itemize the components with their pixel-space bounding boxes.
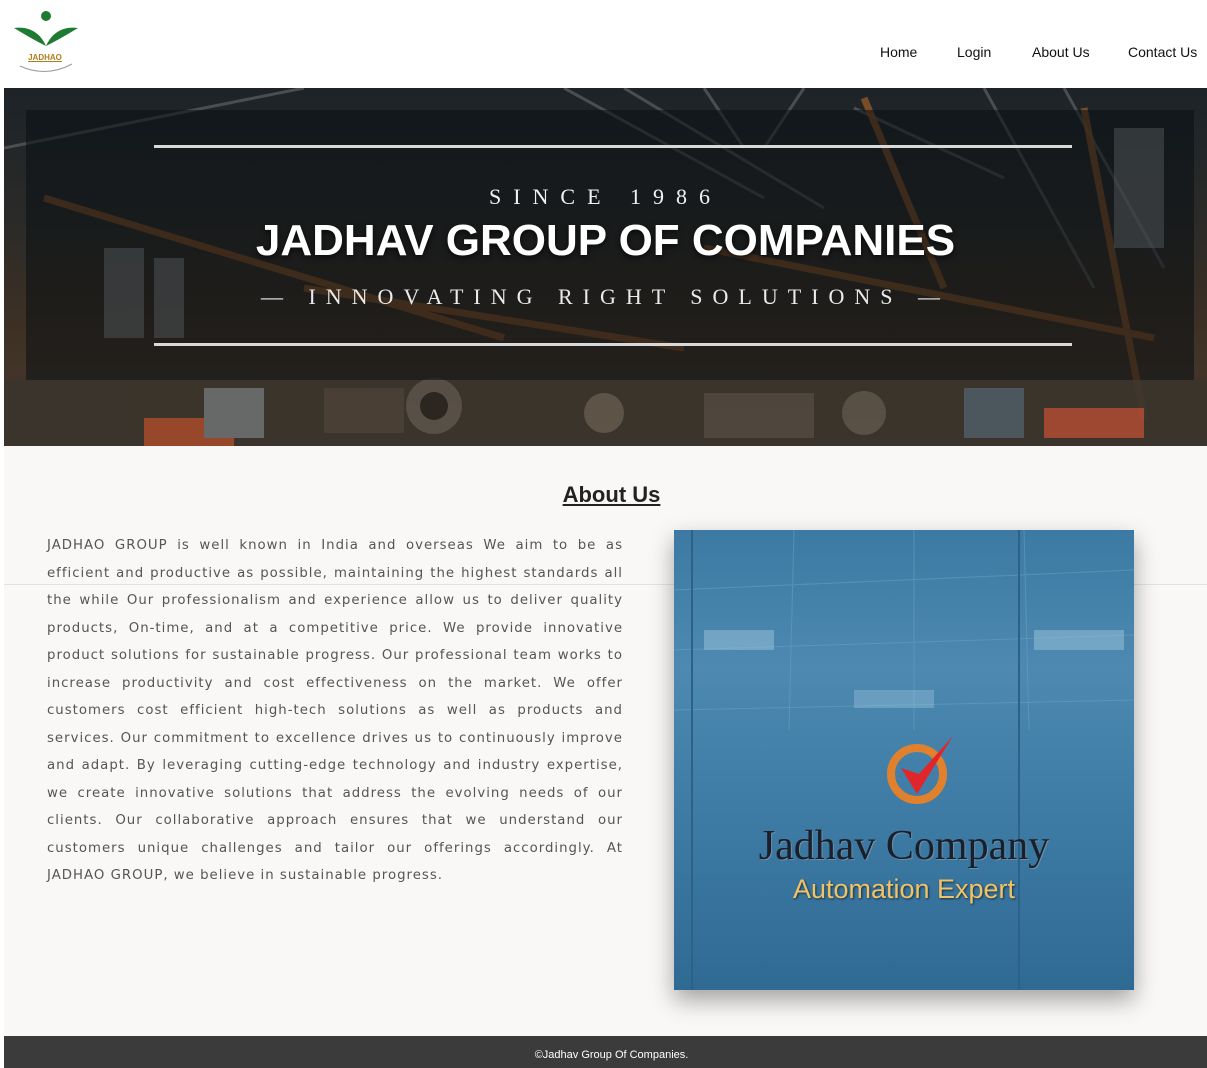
hero-tagline: — INNOVATING RIGHT SOLUTIONS — <box>260 284 951 309</box>
hero-banner: SINCE 1986 JADHAV GROUP OF COMPANIES — I… <box>4 88 1207 446</box>
copyright-text: ©Jadhav Group Of Companies. <box>534 1049 689 1061</box>
company-subtitle: Automation Expert <box>792 874 1016 904</box>
nav-contact-us[interactable]: Contact Us <box>1128 44 1197 60</box>
logo-plant-icon <box>14 11 78 72</box>
about-paragraph: JADHAO GROUP is well known in India and … <box>47 538 623 883</box>
site-footer: ©Jadhav Group Of Companies. <box>4 1036 1207 1068</box>
hero-top-rule <box>154 145 1072 148</box>
company-logo[interactable]: JADHAO <box>10 6 82 78</box>
about-section: About Us JADHAO GROUP is well known in I… <box>4 446 1207 1036</box>
checkmark-logo-icon <box>887 736 953 804</box>
company-sign-photo: Jadhav Company Automation Expert <box>674 530 1134 990</box>
nav-login[interactable]: Login <box>957 44 991 60</box>
company-name: Jadhav Company <box>758 823 1050 869</box>
since-label: SINCE 1986 <box>488 184 723 209</box>
about-heading: About Us <box>562 482 661 507</box>
hero-bottom-rule <box>154 343 1072 346</box>
logo-text: JADHAO <box>28 53 62 62</box>
hero-title: JADHAV GROUP OF COMPANIES <box>255 216 956 265</box>
site-header: JADHAO Home Login About Us Contact Us <box>0 0 1207 88</box>
nav-about-us[interactable]: About Us <box>1032 44 1090 60</box>
nav-home[interactable]: Home <box>880 44 917 60</box>
